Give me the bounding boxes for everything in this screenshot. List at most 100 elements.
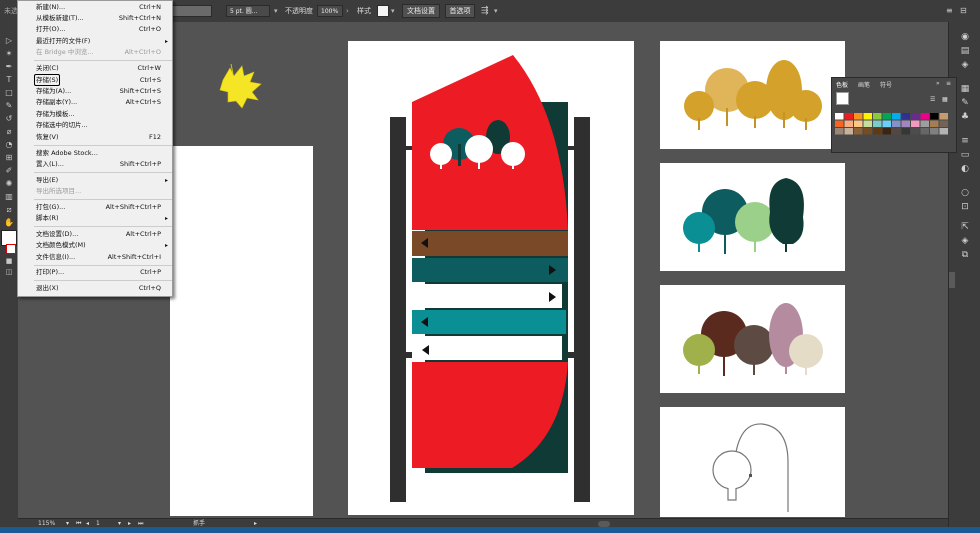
menu-item-recent-files[interactable]: 最近打开的文件(F) ▸: [18, 36, 172, 47]
chevron-down-icon[interactable]: ▾: [274, 5, 278, 17]
grid-view-icon[interactable]: ▦: [942, 96, 948, 103]
menu-item-close[interactable]: 关闭(C) Ctrl+W: [18, 63, 172, 74]
menu-item-save-copy[interactable]: 存储副本(Y)... Alt+Ctrl+S: [18, 97, 172, 108]
color-swatch[interactable]: [854, 113, 863, 120]
color-swatch[interactable]: [930, 120, 939, 128]
swatches-icon[interactable]: ▦: [959, 84, 971, 95]
scrollbar-thumb[interactable]: [949, 272, 955, 288]
color-swatch[interactable]: [863, 128, 873, 135]
color-swatch[interactable]: [844, 113, 854, 120]
color-swatch[interactable]: [854, 120, 863, 128]
panel-menu-icon[interactable]: ≡: [946, 5, 953, 17]
menu-item-save-as[interactable]: 存储为(A)... Shift+Ctrl+S: [18, 86, 172, 97]
color-swatch[interactable]: [882, 113, 892, 120]
menu-item-document-setup[interactable]: 文档设置(D)... Alt+Ctrl+P: [18, 229, 172, 240]
transparency-icon[interactable]: ◐: [959, 164, 971, 175]
paintbrush-tool-icon[interactable]: ✎: [3, 101, 15, 111]
collapse-icon[interactable]: ⊟: [960, 5, 967, 17]
pen-tool-icon[interactable]: ✒: [3, 62, 15, 72]
chevron-right-icon[interactable]: ›: [346, 5, 349, 17]
menu-item-scripts[interactable]: 脚本(R) ▸: [18, 213, 172, 224]
menu-item-place[interactable]: 置入(L)... Shift+Ctrl+P: [18, 159, 172, 170]
menu-item-exit[interactable]: 退出(X) Ctrl+Q: [18, 283, 172, 294]
mesh-tool-icon[interactable]: ⊞: [3, 153, 15, 163]
color-swatch[interactable]: [920, 128, 930, 135]
libraries-icon[interactable]: ▤: [959, 46, 971, 57]
menu-item-print[interactable]: 打印(P)... Ctrl+P: [18, 267, 172, 278]
draw-mode-icon[interactable]: ◫: [3, 267, 15, 277]
export-icon[interactable]: ⇱: [959, 222, 971, 233]
color-swatch[interactable]: [873, 120, 882, 128]
menu-item-color-mode[interactable]: 文档颜色模式(M) ▸: [18, 240, 172, 251]
menu-item-new[interactable]: 新建(N)... Ctrl+N: [18, 2, 172, 13]
color-guide-icon[interactable]: ◈: [959, 60, 971, 71]
selection-tool-icon[interactable]: ▷: [3, 36, 15, 46]
color-swatch[interactable]: [835, 113, 844, 120]
panel-menu-icon[interactable]: ≡: [946, 80, 951, 87]
tab-brushes[interactable]: 画笔: [858, 80, 870, 89]
chevron-down-icon[interactable]: ▾: [391, 5, 395, 17]
color-swatch[interactable]: [930, 128, 939, 135]
tab-swatches[interactable]: 色板: [836, 80, 848, 89]
brushes-icon[interactable]: ✎: [959, 98, 971, 109]
layers-icon[interactable]: ◈: [959, 236, 971, 247]
color-swatch[interactable]: [882, 128, 892, 135]
graph-tool-icon[interactable]: ▥: [3, 192, 15, 202]
document-setup-button[interactable]: 文档设置: [402, 4, 440, 18]
type-tool-icon[interactable]: T: [3, 75, 15, 85]
magic-wand-icon[interactable]: ✶: [3, 49, 15, 59]
stroke-icon[interactable]: ≡: [959, 136, 971, 147]
opacity-input[interactable]: 100%: [317, 5, 343, 17]
tab-symbols[interactable]: 符号: [880, 80, 892, 89]
menu-item-save-slices[interactable]: 存储选中的切片...: [18, 120, 172, 131]
menu-item-new-from-template[interactable]: 从模板新建(T)... Shift+Ctrl+N: [18, 13, 172, 24]
color-swatch[interactable]: [835, 128, 844, 135]
stroke-weight-field[interactable]: [172, 5, 212, 17]
hand-tool-icon[interactable]: ✋: [3, 218, 15, 228]
symbol-sprayer-icon[interactable]: ✺: [3, 179, 15, 189]
eyedropper-tool-icon[interactable]: ✐: [3, 166, 15, 176]
color-swatch[interactable]: [901, 120, 911, 128]
color-swatch[interactable]: [844, 128, 854, 135]
color-swatch[interactable]: [835, 120, 844, 128]
menu-item-revert[interactable]: 恢复(V) F12: [18, 132, 172, 143]
color-swatch[interactable]: [854, 128, 863, 135]
menu-item-package[interactable]: 打包(G)... Alt+Shift+Ctrl+P: [18, 202, 172, 213]
collapse-icon[interactable]: »: [936, 80, 940, 87]
rectangle-tool-icon[interactable]: □: [3, 88, 15, 98]
color-swatch[interactable]: [920, 120, 930, 128]
stroke-profile-select[interactable]: 5 pt. 圆...: [226, 5, 270, 17]
color-swatch[interactable]: [911, 128, 920, 135]
color-swatch[interactable]: [892, 113, 901, 120]
color-swatch[interactable]: [911, 120, 920, 128]
color-swatch[interactable]: [873, 113, 882, 120]
graphic-styles-icon[interactable]: ⊡: [959, 202, 971, 213]
swatch-grid[interactable]: [835, 113, 953, 149]
color-swatch[interactable]: [939, 113, 949, 120]
menu-item-search-stock[interactable]: 搜索 Adobe Stock...: [18, 148, 172, 159]
fill-swatch[interactable]: [836, 92, 849, 105]
menu-item-save[interactable]: 存储(S) Ctrl+S: [18, 74, 172, 86]
appearance-icon[interactable]: ○: [959, 188, 971, 199]
menu-item-save-template[interactable]: 存储为模板...: [18, 109, 172, 120]
color-swatch[interactable]: [911, 113, 920, 120]
menu-item-open[interactable]: 打开(O)... Ctrl+O: [18, 24, 172, 35]
color-swatch[interactable]: [939, 120, 949, 128]
color-swatch[interactable]: [844, 120, 854, 128]
color-swatch[interactable]: [863, 120, 873, 128]
menu-item-file-info[interactable]: 文件信息(I)... Alt+Shift+Ctrl+I: [18, 252, 172, 263]
color-swatch[interactable]: [901, 113, 911, 120]
color-swatch[interactable]: [873, 128, 882, 135]
width-tool-icon[interactable]: ⌀: [3, 127, 15, 137]
color-swatch[interactable]: [939, 128, 949, 135]
gradient-icon[interactable]: ▭: [959, 150, 971, 161]
color-swatch[interactable]: [892, 128, 901, 135]
slice-tool-icon[interactable]: ⧄: [3, 205, 15, 215]
chevron-down-icon[interactable]: ▾: [494, 5, 498, 17]
menu-item-export[interactable]: 导出(E) ▸: [18, 175, 172, 186]
artboards-icon[interactable]: ⧉: [959, 250, 971, 261]
stroke-swatch[interactable]: [6, 244, 16, 254]
rotate-tool-icon[interactable]: ↺: [3, 114, 15, 124]
color-swatch[interactable]: [882, 120, 892, 128]
color-mode-icon[interactable]: ■: [3, 256, 15, 266]
